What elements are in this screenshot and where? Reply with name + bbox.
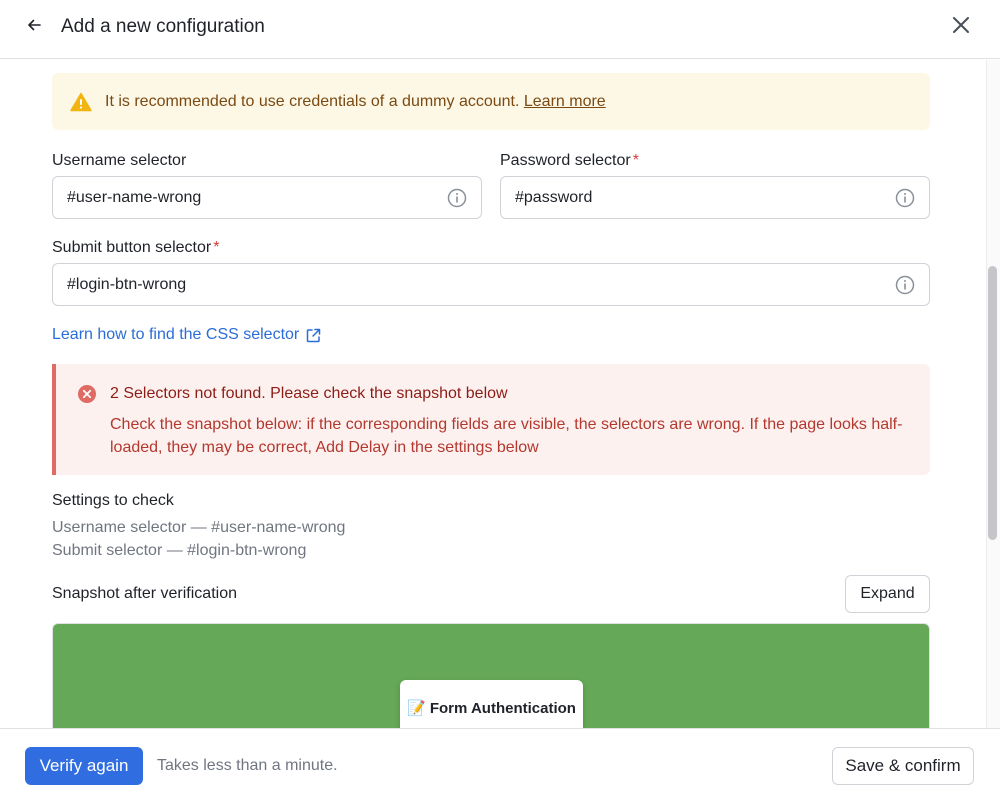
submit-label-text: Submit button selector <box>52 239 212 256</box>
error-description: Check the snapshot below: if the corresp… <box>110 416 903 456</box>
error-circle-icon <box>77 384 97 404</box>
settings-title: Settings to check <box>52 492 174 509</box>
scrollbar-thumb[interactable] <box>988 266 997 540</box>
verify-again-button[interactable]: Verify again <box>25 747 143 785</box>
submit-label: Submit button selector * <box>52 238 219 258</box>
required-mark: * <box>632 152 639 169</box>
error-title: 2 Selectors not found. Please check the … <box>110 385 508 402</box>
dialog-title: Add a new configuration <box>61 16 265 37</box>
expand-button[interactable]: Expand <box>845 575 930 613</box>
username-label-text: Username selector <box>52 152 187 169</box>
arrow-left-icon <box>26 17 42 38</box>
submit-selector-value: #login-btn-wrong <box>67 276 187 293</box>
snapshot-form-card: 📝 Form Authentication <box>400 680 583 728</box>
info-icon[interactable] <box>894 187 916 209</box>
warning-triangle-icon <box>70 92 92 112</box>
snapshot-preview[interactable]: 📝 Form Authentication <box>52 623 930 728</box>
password-label: Password selector * <box>500 151 639 171</box>
dialog-footer: Verify again Takes less than a minute. S… <box>0 728 1000 800</box>
warning-text: It is recommended to use credentials of … <box>105 93 520 110</box>
username-selector-input[interactable]: #user-name-wrong <box>52 176 482 219</box>
error-banner: 2 Selectors not found. Please check the … <box>52 364 930 475</box>
settings-line-username: Username selector — #user-name-wrong <box>52 519 346 536</box>
warning-message: It is recommended to use credentials of … <box>105 92 606 112</box>
username-selector-value: #user-name-wrong <box>67 189 202 206</box>
close-icon <box>952 16 970 39</box>
css-selector-help-label: Learn how to find the CSS selector <box>52 326 300 343</box>
snapshot-title: Snapshot after verification <box>52 585 237 602</box>
learn-more-link[interactable]: Learn more <box>524 93 606 110</box>
back-button[interactable] <box>22 15 46 39</box>
css-selector-help-link[interactable]: Learn how to find the CSS selector <box>52 325 322 345</box>
close-button[interactable] <box>948 14 974 40</box>
settings-line-submit: Submit selector — #login-btn-wrong <box>52 542 307 559</box>
password-selector-input[interactable]: #password <box>500 176 930 219</box>
submit-selector-input[interactable]: #login-btn-wrong <box>52 263 930 306</box>
snapshot-card-title: 📝 Form Authentication <box>407 700 576 717</box>
footer-hint: Takes less than a minute. <box>157 757 338 774</box>
warning-banner: It is recommended to use credentials of … <box>52 73 930 130</box>
required-mark: * <box>213 239 220 256</box>
external-link-icon <box>305 327 322 344</box>
save-confirm-button[interactable]: Save & confirm <box>832 747 974 785</box>
dialog-body: It is recommended to use credentials of … <box>0 60 986 728</box>
password-selector-value: #password <box>515 189 593 206</box>
info-icon[interactable] <box>894 274 916 296</box>
dialog-header: Add a new configuration <box>0 0 1000 59</box>
username-label: Username selector <box>52 151 186 171</box>
info-icon[interactable] <box>446 187 468 209</box>
password-label-text: Password selector <box>500 152 631 169</box>
